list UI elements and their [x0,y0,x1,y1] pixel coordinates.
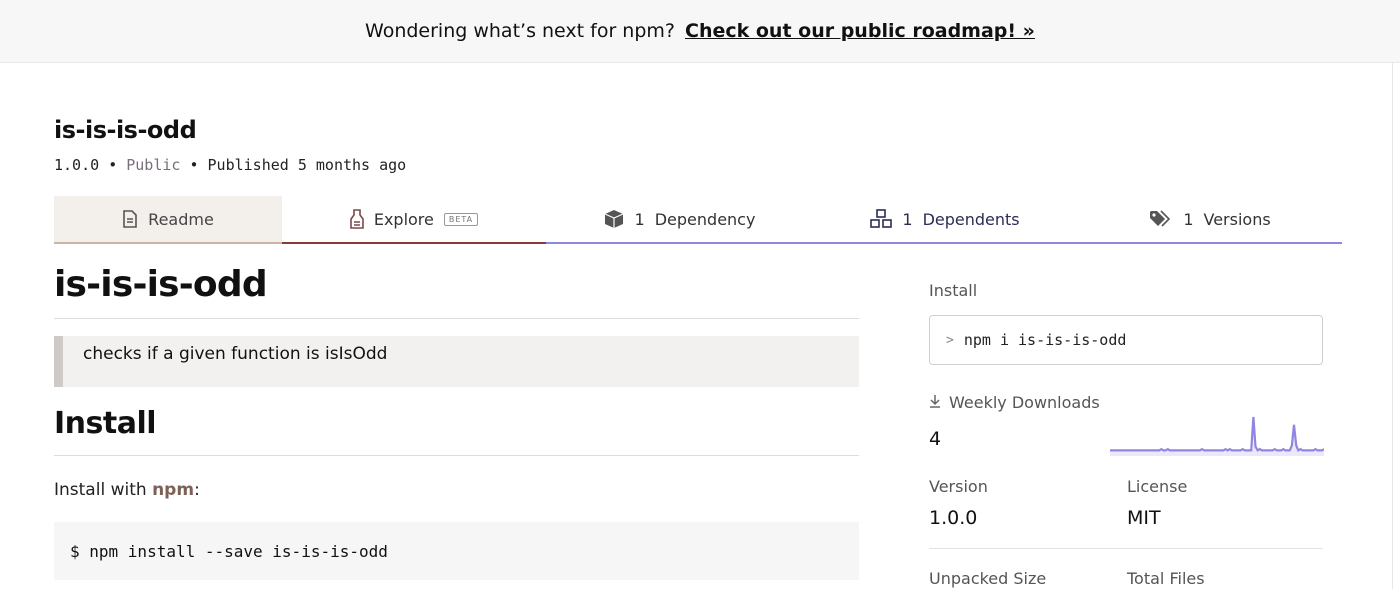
tab-versions[interactable]: 1 Versions [1078,196,1342,242]
tab-underline-accent [546,242,1342,244]
npm-link[interactable]: npm [152,480,194,500]
scrollbar-track [1392,62,1393,589]
tab-label: Readme [148,209,214,229]
license-value: MIT [1127,507,1161,529]
code-block: $ npm install --save is-is-is-odd [54,522,859,580]
box-icon [603,209,625,229]
tab-readme[interactable]: Readme [54,196,282,242]
tab-label: Dependency [654,209,756,229]
readme-blockquote: checks if a given function is isIsOdd [54,336,859,387]
blockquote-text: checks if a given function is isIsOdd [83,344,388,364]
package-meta: 1.0.0 • Public • Published 5 months ago [54,156,406,174]
total-files-label: Total Files [1127,569,1205,588]
beta-badge: BETA [443,212,479,226]
weekly-downloads-label: Weekly Downloads [949,393,1100,412]
divider [929,548,1323,549]
tab-label: Explore [373,209,434,229]
code-text: $ npm install --save is-is-is-odd [70,541,388,561]
meta-separator: • [189,156,199,174]
version-value: 1.0.0 [929,507,978,529]
tab-count: 1 [1183,209,1194,229]
install-command: npm i is-is-is-odd [963,331,1127,349]
tab-underline-readme [54,242,282,244]
tab-dependency[interactable]: 1 Dependency [546,196,812,242]
tab-label: Dependents [922,209,1020,229]
divider [54,455,859,456]
install-with-text: Install with npm: [54,480,200,500]
tags-icon [1149,210,1173,228]
weekly-downloads-count: 4 [929,428,942,450]
roadmap-link[interactable]: Check out our public roadmap! » [685,20,1035,42]
package-visibility: Public [126,156,181,174]
weekly-downloads-sparkline [1110,416,1324,456]
weekly-downloads-header: Weekly Downloads [929,393,1100,412]
license-label: License [1127,477,1188,496]
package-version: 1.0.0 [54,156,100,174]
terminal-prompt-icon: > [946,332,954,348]
boxes-icon [870,209,893,229]
meta-separator: • [108,156,118,174]
tab-explore[interactable]: Explore BETA [282,196,546,242]
install-label: Install [929,281,978,300]
banner-text: Wondering what’s next for npm? [365,20,675,42]
sparkline-line [1110,416,1324,452]
tab-count: 1 [902,209,913,229]
tab-count: 1 [634,209,645,229]
package-name: is-is-is-odd [54,116,197,144]
divider [54,318,859,319]
unpacked-size-label: Unpacked Size [929,569,1047,588]
tab-label: Versions [1203,209,1271,229]
package-published: Published 5 months ago [207,156,407,174]
install-heading: Install [54,406,157,441]
version-label: Version [929,477,988,496]
announcement-banner: Wondering what’s next for npm? Check out… [0,0,1400,63]
install-with-prefix: Install with [54,480,153,500]
download-icon [929,393,941,412]
install-command-box[interactable]: > npm i is-is-is-odd [929,315,1323,365]
readme-title: is-is-is-odd [54,264,268,305]
tab-dependents[interactable]: 1 Dependents [812,196,1078,242]
package-tabs: Readme Explore BETA 1 Dependency 1 Depen… [54,196,1342,244]
tab-underline-explore [282,242,546,244]
install-with-suffix: : [194,480,200,500]
readme-icon [122,210,138,228]
explore-icon [350,209,364,229]
